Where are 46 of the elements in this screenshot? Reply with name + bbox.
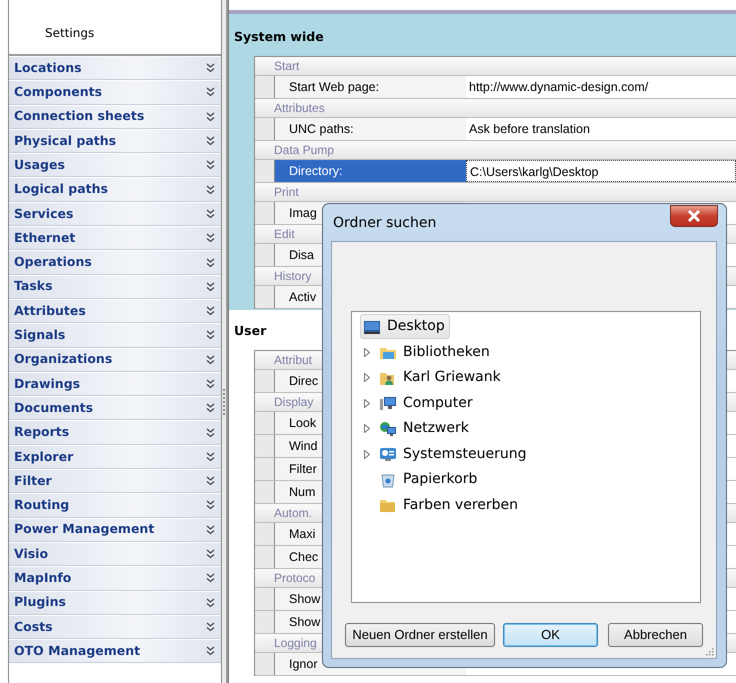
sidebar-item[interactable]: Physical paths [9, 128, 221, 154]
sidebar-item[interactable]: Ethernet [9, 226, 221, 250]
tree-item[interactable]: Computer [376, 390, 478, 416]
sidebar-item[interactable]: Explorer [9, 444, 221, 470]
sidebar-item[interactable]: Logical paths [9, 177, 221, 202]
dialog-title: Ordner suchen [333, 214, 436, 233]
dialog-button[interactable]: OK [503, 623, 598, 647]
sidebar-item[interactable]: Reports [9, 420, 221, 445]
sidebar-item[interactable]: Plugins [9, 590, 221, 615]
dialog-button[interactable]: Abbrechen [608, 623, 703, 647]
sidebar-item[interactable]: Visio [9, 542, 221, 566]
sidebar-item[interactable]: Signals [9, 323, 221, 348]
sidebar-item[interactable]: Filter [9, 469, 221, 494]
tree-item[interactable]: Papierkorb [376, 467, 482, 492]
tree-item[interactable]: Farben vererben [376, 492, 524, 518]
sidebar-item[interactable]: Attributes [9, 298, 221, 324]
sidebar-item[interactable]: Organizations [9, 348, 221, 372]
sidebar-title: Settings [45, 26, 94, 40]
tree-item[interactable]: Systemsteuerung [376, 442, 532, 467]
property-value[interactable]: Ask before translation [466, 118, 736, 140]
tree-item[interactable]: Karl Griewank [376, 365, 506, 390]
sidebar-item[interactable]: OTO Management [9, 639, 221, 664]
property-value[interactable]: C:\Users\karlg\Desktop [466, 160, 736, 182]
property-label[interactable]: Start Web page: [274, 76, 466, 98]
tree-item[interactable]: Desktop [360, 314, 450, 340]
sidebar-item[interactable]: Locations [9, 56, 221, 80]
sidebar-item[interactable]: Services [9, 202, 221, 226]
property-label[interactable]: UNC paths: [274, 118, 466, 140]
tree-item[interactable]: Bibliotheken [376, 340, 495, 365]
section-title: User [234, 322, 266, 340]
sidebar-item[interactable]: MapInfo [9, 566, 221, 591]
property-value[interactable]: http://www.dynamic-design.com/ [466, 76, 736, 98]
sidebar-item[interactable]: Routing [9, 493, 221, 518]
sidebar-item[interactable]: Operations [9, 250, 221, 275]
property-label[interactable]: Directory: [274, 160, 466, 182]
sidebar-item[interactable]: Costs [9, 614, 221, 640]
sidebar-item[interactable]: Documents [9, 396, 221, 420]
sidebar-item[interactable]: Usages [9, 153, 221, 178]
sidebar-item[interactable]: Components [9, 80, 221, 105]
tree-item[interactable]: Netzwerk [376, 416, 474, 442]
sidebar-item[interactable]: Power Management [9, 518, 221, 542]
sidebar-item[interactable]: Tasks [9, 274, 221, 299]
section-title: System wide [234, 28, 324, 46]
dialog-button[interactable]: Neuen Ordner erstellen [345, 623, 495, 647]
sidebar-item[interactable]: Connection sheets [9, 104, 221, 129]
sidebar-item[interactable]: Drawings [9, 372, 221, 396]
